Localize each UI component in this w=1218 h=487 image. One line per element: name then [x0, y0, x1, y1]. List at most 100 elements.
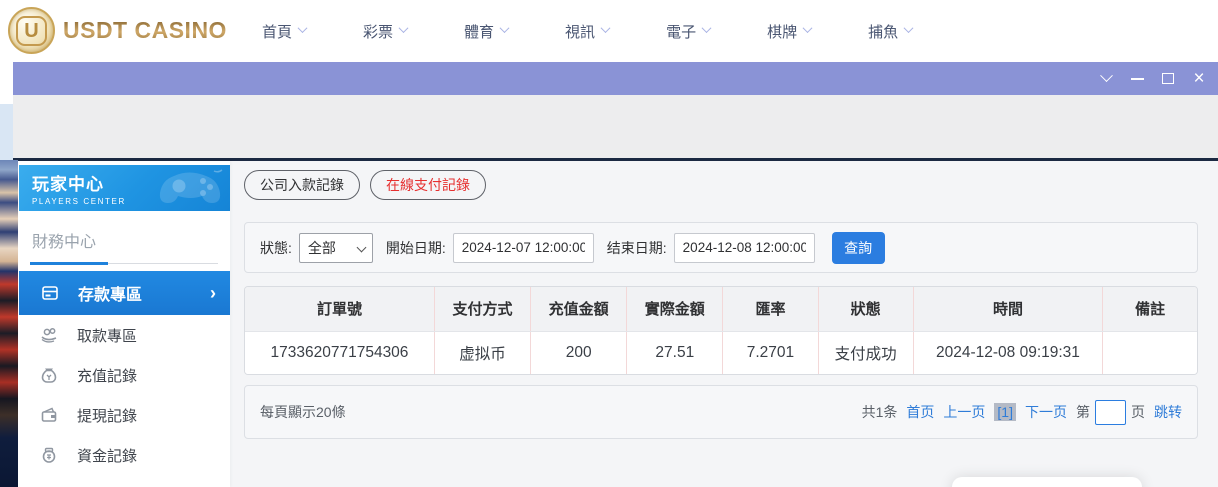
- nav-label: 棋牌: [767, 21, 797, 42]
- nav-item-live[interactable]: 視訊: [565, 21, 609, 42]
- end-date-label: 结束日期:: [607, 238, 667, 258]
- start-date-label: 開始日期:: [386, 238, 446, 258]
- col-time: 時間: [913, 287, 1102, 331]
- players-center-title: 玩家中心: [32, 170, 230, 195]
- coin-letter: U: [16, 16, 46, 46]
- filter-bar: 狀態: 全部 開始日期: 结束日期: 查詢: [244, 222, 1198, 273]
- pagination-bar: 每頁顯示20條 共1条 首页 上一页 [1] 下一页 第 页 跳转: [244, 385, 1198, 439]
- window-close-button[interactable]: ×: [1192, 72, 1206, 86]
- sidebar-item-label: 資金記錄: [77, 445, 216, 466]
- section-underline: [30, 263, 218, 264]
- col-remark: 備註: [1103, 287, 1197, 331]
- sidebar: 玩家中心 PLAYERS CENTER 財務中心 存款專區 › 取款專區: [18, 161, 230, 487]
- sidebar-item-fund-records[interactable]: 資金記錄: [18, 435, 230, 475]
- sidebar-item-deposit-zone[interactable]: 存款專區 ›: [19, 271, 230, 315]
- pagination-prev-link[interactable]: 上一页: [943, 402, 985, 422]
- nav-item-lottery[interactable]: 彩票: [363, 21, 407, 42]
- brand-logo[interactable]: U USDT CASINO: [8, 7, 227, 54]
- table-row: 1733620771754306 虚拟币 200 27.51 7.2701 支付…: [245, 331, 1197, 374]
- sidebar-item-withdrawal-records[interactable]: 提現記錄: [18, 395, 230, 435]
- page-size-text: 每頁顯示20條: [260, 402, 346, 422]
- money-bag-icon: [40, 366, 58, 384]
- col-exchange-rate: 匯率: [723, 287, 818, 331]
- hand-coins-icon: [40, 326, 58, 344]
- nav-label: 電子: [666, 21, 696, 42]
- nav-item-slots[interactable]: 電子: [666, 21, 710, 42]
- window-titlebar: ×: [13, 62, 1218, 95]
- chevron-down-icon: [803, 23, 813, 33]
- sidebar-item-recharge-records[interactable]: 充值記錄: [18, 355, 230, 395]
- chevron-down-icon: [601, 23, 611, 33]
- pagination-jump-link[interactable]: 跳转: [1154, 402, 1182, 422]
- cell-status: 支付成功: [818, 331, 913, 374]
- site-header: U USDT CASINO 首頁 彩票 體育 視訊 電子 棋牌 捕魚: [0, 0, 1218, 62]
- nav-item-home[interactable]: 首頁: [262, 21, 306, 42]
- sidebar-item-label: 提現記錄: [77, 405, 216, 426]
- status-label: 狀態:: [260, 238, 292, 258]
- cell-payment-method: 虚拟币: [434, 331, 530, 374]
- nav-item-boardgames[interactable]: 棋牌: [767, 21, 811, 42]
- screen: U USDT CASINO 首頁 彩票 體育 視訊 電子 棋牌 捕魚 ×: [0, 0, 1218, 487]
- jump-label-post: 页: [1131, 402, 1145, 422]
- status-select-wrap: 全部: [299, 233, 373, 263]
- chevron-down-icon: [399, 23, 409, 33]
- cell-recharge-amount: 200: [531, 331, 627, 374]
- window-maximize-button[interactable]: [1161, 72, 1175, 86]
- start-date-input[interactable]: [453, 233, 594, 263]
- records-table: 訂單號 支付方式 充值金額 實際金額 匯率 狀態 時間 備註 173362077…: [244, 286, 1198, 375]
- col-payment-method: 支付方式: [434, 287, 530, 331]
- total-count-text: 共1条: [862, 402, 898, 422]
- sidebar-item-label: 充值記錄: [77, 365, 216, 386]
- col-actual-amount: 實際金額: [627, 287, 723, 331]
- sidebar-item-label: 取款專區: [77, 325, 216, 346]
- pagination-next-link[interactable]: 下一页: [1025, 402, 1067, 422]
- page-jump-group: 第 页: [1076, 400, 1145, 425]
- window-minimize-button[interactable]: [1130, 72, 1144, 86]
- search-button[interactable]: 查詢: [832, 232, 885, 264]
- main-nav: 首頁 彩票 體育 視訊 電子 棋牌 捕魚: [262, 0, 912, 62]
- window-controls: ×: [1099, 62, 1206, 95]
- pagination-controls: 共1条 首页 上一页 [1] 下一页 第 页 跳转: [862, 400, 1182, 425]
- tab-company-deposit-records[interactable]: 公司入款記錄: [244, 170, 360, 200]
- chevron-down-icon: [500, 23, 510, 33]
- chevron-down-icon: [702, 23, 712, 33]
- chevron-down-icon: [298, 23, 308, 33]
- window-top-area: [13, 95, 1218, 158]
- main-content: 公司入款記錄 在線支付記錄 狀態: 全部 開始日期: 结束日期: 查詢: [244, 161, 1198, 439]
- nav-item-sports[interactable]: 體育: [464, 21, 508, 42]
- nav-label: 捕魚: [868, 21, 898, 42]
- chevron-right-icon: ›: [210, 283, 216, 304]
- nav-item-fishing[interactable]: 捕魚: [868, 21, 912, 42]
- status-select[interactable]: 全部: [299, 233, 373, 263]
- tab-online-payment-records[interactable]: 在線支付記錄: [370, 170, 486, 200]
- banner-edge: [0, 104, 14, 160]
- col-order-number: 訂單號: [245, 287, 434, 331]
- table-header-row: 訂單號 支付方式 充值金額 實際金額 匯率 狀態 時間 備註: [245, 287, 1197, 331]
- nav-label: 彩票: [363, 21, 393, 42]
- page-jump-input[interactable]: [1095, 400, 1126, 425]
- chevron-down-icon: [1100, 69, 1113, 82]
- coin-purse-icon: [40, 446, 58, 464]
- cell-order-number: 1733620771754306: [245, 331, 434, 374]
- minimize-icon: [1131, 78, 1144, 80]
- sidebar-item-withdraw-zone[interactable]: 取款專區: [18, 315, 230, 355]
- players-center-header: 玩家中心 PLAYERS CENTER: [19, 165, 230, 211]
- cell-remark: [1103, 331, 1197, 374]
- floating-widget[interactable]: [952, 477, 1142, 487]
- sidebar-item-label: 存款專區: [78, 281, 191, 305]
- window-collapse-button[interactable]: [1099, 72, 1113, 86]
- background-players-image: [0, 160, 18, 487]
- sidebar-item-hh-lottery-bets[interactable]: HH彩票下注: [18, 475, 230, 487]
- brand-name: USDT CASINO: [63, 17, 227, 44]
- cell-exchange-rate: 7.2701: [723, 331, 818, 374]
- nav-label: 首頁: [262, 21, 292, 42]
- end-date-input[interactable]: [674, 233, 815, 263]
- pagination-current-page[interactable]: [1]: [994, 403, 1016, 421]
- gold-coin-icon: U: [8, 7, 55, 54]
- nav-label: 視訊: [565, 21, 595, 42]
- sidebar-menu: 存款專區 › 取款專區 充值記錄 提現記錄: [18, 271, 230, 487]
- col-status: 狀態: [818, 287, 913, 331]
- chevron-down-icon: [904, 23, 914, 33]
- pagination-first-link[interactable]: 首页: [906, 402, 934, 422]
- card-terminal-icon: [41, 284, 59, 302]
